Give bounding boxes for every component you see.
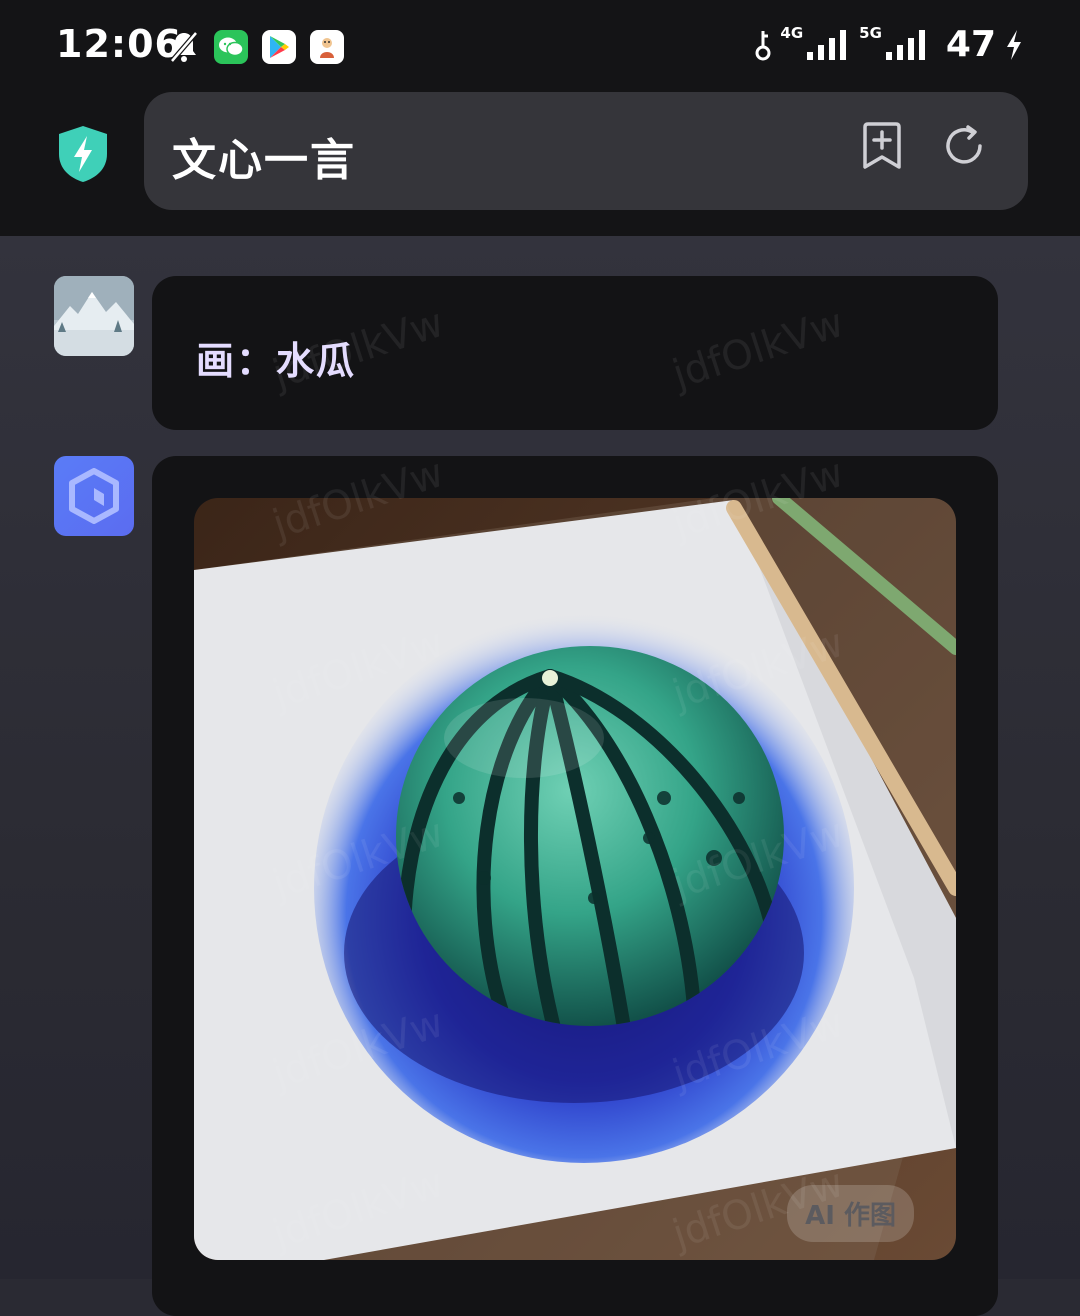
reload-icon <box>946 125 982 164</box>
wechat-icon <box>214 30 248 64</box>
conversation-area[interactable]: 画：水瓜 AI 作图 <box>0 236 1080 1316</box>
status-bar: 12:06 4G 5G 47 <box>0 0 1080 96</box>
key-icon <box>755 30 771 60</box>
add-bookmark-icon <box>863 122 901 169</box>
page-title: 文心一言 <box>172 135 356 186</box>
ai-generated-badge: AI 作图 <box>787 1185 914 1242</box>
watermelon-drawing-image <box>194 498 956 1260</box>
charging-icon <box>1007 29 1021 60</box>
assistant-message-bubble[interactable]: AI 作图 <box>152 456 998 1316</box>
browser-header: 文心一言 <box>0 92 1080 236</box>
shield-bolt-icon[interactable] <box>56 124 110 184</box>
play-store-icon <box>262 30 296 64</box>
clock: 12:06 <box>56 22 182 66</box>
battery-level: 47 <box>945 24 996 65</box>
network-type-label: 5G <box>859 23 882 42</box>
user-prompt-text: 画：水瓜 <box>196 339 357 383</box>
notification-icons <box>168 30 344 64</box>
mountain-landscape-icon <box>54 276 134 356</box>
add-bookmark-button[interactable] <box>858 122 906 170</box>
network-type-label: 4G <box>780 23 804 42</box>
bell-muted-icon <box>170 31 198 63</box>
user-avatar[interactable] <box>54 276 134 356</box>
signal-strength-icon <box>885 29 925 60</box>
system-indicators: 4G 5G 47 <box>754 24 1024 65</box>
assistant-avatar[interactable] <box>54 456 134 536</box>
reload-button[interactable] <box>940 122 988 170</box>
hexagon-logo-icon <box>69 468 119 524</box>
signal-strength-icon <box>807 29 847 60</box>
user-message-bubble[interactable]: 画：水瓜 <box>152 276 998 430</box>
app-notification-icon <box>310 30 344 64</box>
generated-watermelon-image[interactable]: AI 作图 <box>194 498 956 1260</box>
address-bar[interactable]: 文心一言 <box>144 92 1028 210</box>
